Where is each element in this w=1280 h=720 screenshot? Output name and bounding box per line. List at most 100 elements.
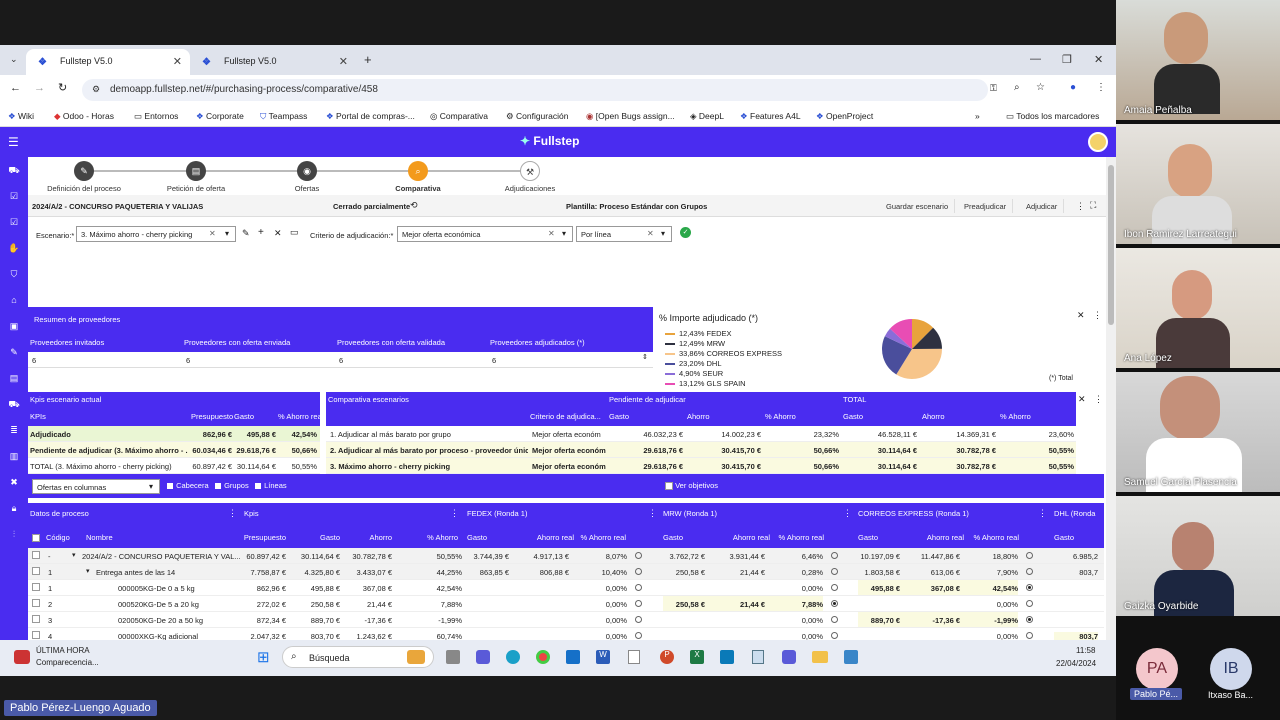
award-radio[interactable] xyxy=(831,600,838,607)
award-radio[interactable] xyxy=(635,616,642,623)
site-info-icon[interactable]: ⚙ xyxy=(92,84,100,95)
award-radio[interactable] xyxy=(635,552,642,559)
row-checkbox[interactable] xyxy=(32,615,40,623)
step-offers-icon[interactable]: ◉ xyxy=(297,161,317,181)
cart-icon[interactable]: ⛟ xyxy=(8,165,20,177)
award-radio[interactable] xyxy=(831,616,838,623)
more-options-icon[interactable]: ⋮ xyxy=(228,508,237,519)
windows-start-icon[interactable]: ⊞ xyxy=(257,648,270,666)
award-radio[interactable] xyxy=(635,600,642,607)
history-icon[interactable]: ⟲ xyxy=(410,200,418,211)
grid-row[interactable]: 1 ▾ Entrega antes de las 14 7.758,87 € 4.325… xyxy=(28,564,1104,580)
sliders-icon[interactable]: ⫶ xyxy=(8,529,20,541)
close-window-icon[interactable]: ✕ xyxy=(1094,53,1103,66)
row-checkbox[interactable] xyxy=(32,599,40,607)
delete-icon[interactable]: ✕ xyxy=(274,228,282,239)
criterion-select[interactable]: Mejor oferta económica ✕ ▾ xyxy=(397,226,573,242)
grid-col-header[interactable]: Ahorro real xyxy=(514,533,574,542)
rdp-icon[interactable] xyxy=(720,650,734,664)
zoom-icon[interactable]: ⌕ xyxy=(1014,82,1020,93)
file-icon[interactable] xyxy=(628,650,640,664)
grid-col-header[interactable]: Ahorro real xyxy=(710,533,770,542)
document-icon[interactable]: ▤ xyxy=(8,373,20,385)
step-offers-label[interactable]: Ofertas xyxy=(295,184,320,193)
grid-col-header[interactable]: % Ahorro real xyxy=(770,533,824,542)
bookmark-entornos[interactable]: ▭ Entornos xyxy=(134,111,178,122)
url-input[interactable]: ⚙ demoapp.fullstep.net/#/purchasing-proc… xyxy=(82,79,988,101)
close-panel-icon[interactable]: ✕ xyxy=(1077,310,1085,321)
close-panel-icon[interactable]: ✕ xyxy=(1078,394,1086,405)
profile-icon[interactable]: ● xyxy=(1070,82,1076,93)
select-all-checkbox[interactable] xyxy=(32,533,40,542)
award-radio[interactable] xyxy=(635,568,642,575)
participant-avatar[interactable]: PA xyxy=(1136,648,1178,690)
grid-col-header[interactable]: Gasto xyxy=(290,533,340,542)
row-checkbox[interactable] xyxy=(32,567,40,575)
user-avatar[interactable] xyxy=(1088,132,1108,152)
shield-icon[interactable]: ⛉ xyxy=(8,269,20,281)
news-subtitle[interactable]: Comparecencia... xyxy=(36,658,99,667)
comment-icon[interactable]: ▭ xyxy=(290,227,299,238)
lineas-checkbox[interactable]: Líneas xyxy=(254,481,287,491)
taskbar-search[interactable]: ⌕ Búsqueda xyxy=(282,646,434,668)
grid-col-header[interactable]: Presupuesto xyxy=(242,533,286,542)
chart-icon[interactable]: ▥ xyxy=(8,451,20,463)
more-bookmarks-icon[interactable]: » xyxy=(975,111,980,121)
news-icon[interactable] xyxy=(14,650,30,664)
page-scrollbar[interactable] xyxy=(1106,157,1116,640)
award-radio[interactable] xyxy=(831,552,838,559)
comparativa-row[interactable]: 2. Adjudicar al más barato por proceso -… xyxy=(326,442,1076,458)
grid-row[interactable]: 1 000005KG-De 0 a 5 kg 862,96 € 495,88 € 367… xyxy=(28,580,1104,596)
award-radio[interactable] xyxy=(831,584,838,591)
grid-col-header[interactable]: Ahorro xyxy=(346,533,392,542)
step-request-icon[interactable]: ▤ xyxy=(186,161,206,181)
close-tab-icon[interactable]: ✕ xyxy=(339,55,348,68)
chrome-icon[interactable] xyxy=(536,650,550,664)
news-title[interactable]: ÚLTIMA HORA xyxy=(36,646,90,655)
award-radio[interactable] xyxy=(831,632,838,639)
all-bookmarks[interactable]: ▭ Todos los marcadores xyxy=(1006,111,1099,122)
more-options-icon[interactable]: ⋮ xyxy=(1093,310,1102,321)
edge-icon[interactable] xyxy=(506,650,520,664)
grid-col-header[interactable]: % Ahorro real xyxy=(578,533,626,542)
save-scenario-button[interactable]: Guardar escenario xyxy=(880,199,956,213)
teams-chat-icon[interactable] xyxy=(782,650,796,664)
award-radio[interactable] xyxy=(1026,568,1033,575)
grid-row[interactable]: 4 00000XKG-Kg adicional 2.047,32 € 803,70 €… xyxy=(28,628,1104,640)
checklist-icon[interactable]: ☑ xyxy=(8,217,20,229)
powerpoint-icon[interactable]: P xyxy=(660,650,674,664)
chevron-down-icon[interactable]: ▾ xyxy=(661,229,665,238)
bookmark-portal[interactable]: ❖ Portal de compras-... xyxy=(326,111,415,122)
menu-icon[interactable]: ⋮ xyxy=(1096,82,1106,93)
checklist-icon[interactable]: ☑ xyxy=(8,191,20,203)
per-select[interactable]: Por línea ✕ ▾ xyxy=(576,226,672,242)
minimize-icon[interactable]: — xyxy=(1030,53,1041,65)
more-options-icon[interactable]: ⋮ xyxy=(1038,508,1047,519)
bookmark-corporate[interactable]: ❖ Corporate xyxy=(196,111,244,122)
award-radio[interactable] xyxy=(1026,632,1033,639)
folder-icon[interactable] xyxy=(812,651,828,663)
step-definition-icon[interactable]: ✎ xyxy=(74,161,94,181)
list-icon[interactable]: ≣ xyxy=(8,425,20,437)
bookmark-star-icon[interactable]: ☆ xyxy=(1036,82,1045,93)
browser-tab[interactable]: ❖ Fullstep V5.0 ✕ xyxy=(26,49,190,75)
edit-icon[interactable]: ✎ xyxy=(242,228,250,239)
bookmark-features[interactable]: ❖ Features A4L xyxy=(740,111,801,122)
notepad-icon[interactable] xyxy=(752,650,764,664)
outlook-icon[interactable] xyxy=(566,650,580,664)
lock-icon[interactable]: 🔒︎ xyxy=(8,503,20,515)
step-comparative-icon[interactable]: ⌕ xyxy=(408,161,428,181)
award-radio[interactable] xyxy=(1026,584,1033,591)
grid-col-header[interactable]: % Ahorro xyxy=(404,533,458,542)
box-icon[interactable]: ▣ xyxy=(8,321,20,333)
participant-tile[interactable]: Amaia Peñalba xyxy=(1116,0,1280,120)
bookmark-configuracion[interactable]: ⚙ Configuración xyxy=(506,111,568,122)
expand-caret-icon[interactable]: ▾ xyxy=(86,567,94,575)
award-button[interactable]: Adjudicar xyxy=(1020,199,1065,213)
forward-icon[interactable]: → xyxy=(34,82,45,94)
clear-icon[interactable]: ✕ xyxy=(647,229,654,238)
fullscreen-icon[interactable]: ⛶ xyxy=(1090,200,1096,211)
more-options-icon[interactable]: ⋮ xyxy=(1076,201,1085,212)
bookmark-bugs[interactable]: ◉ [Open Bugs assign... xyxy=(586,111,675,122)
app-icon[interactable] xyxy=(844,650,858,664)
